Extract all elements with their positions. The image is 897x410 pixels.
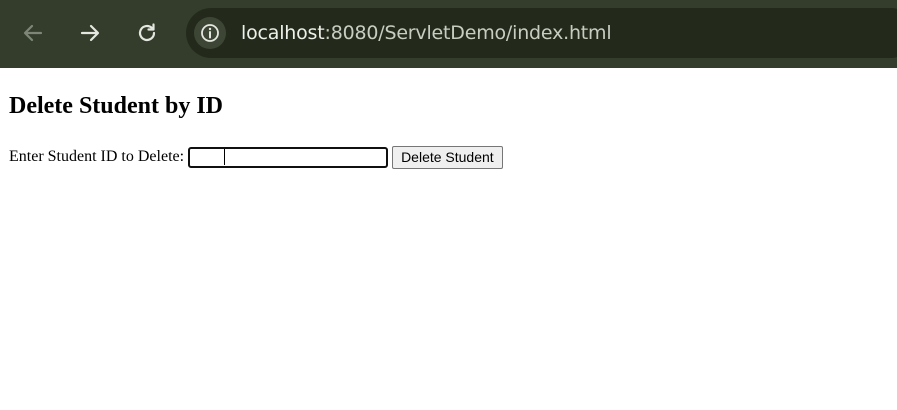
url-path: :8080/ServletDemo/index.html (324, 22, 612, 44)
delete-form: Enter Student ID to Delete: Delete Stude… (9, 145, 503, 169)
browser-toolbar: localhost:8080/ServletDemo/index.html (0, 0, 897, 68)
reload-button[interactable] (128, 14, 166, 52)
page-title: Delete Student by ID (9, 93, 223, 119)
address-bar[interactable]: localhost:8080/ServletDemo/index.html (186, 8, 897, 58)
site-info-button[interactable] (194, 17, 226, 49)
student-id-label: Enter Student ID to Delete: (9, 148, 185, 165)
forward-button[interactable] (71, 14, 109, 52)
forward-arrow-icon (80, 24, 100, 42)
back-arrow-icon (23, 24, 43, 42)
url-host: localhost (241, 22, 325, 44)
url-text[interactable]: localhost:8080/ServletDemo/index.html (241, 21, 612, 45)
reload-icon (138, 23, 156, 42)
delete-student-button[interactable]: Delete Student (392, 145, 503, 169)
student-id-input[interactable] (188, 146, 389, 168)
back-button[interactable] (14, 14, 52, 52)
text-caret (224, 149, 225, 165)
page-content: Delete Student by ID Enter Student ID to… (0, 68, 897, 410)
info-icon (201, 24, 219, 42)
